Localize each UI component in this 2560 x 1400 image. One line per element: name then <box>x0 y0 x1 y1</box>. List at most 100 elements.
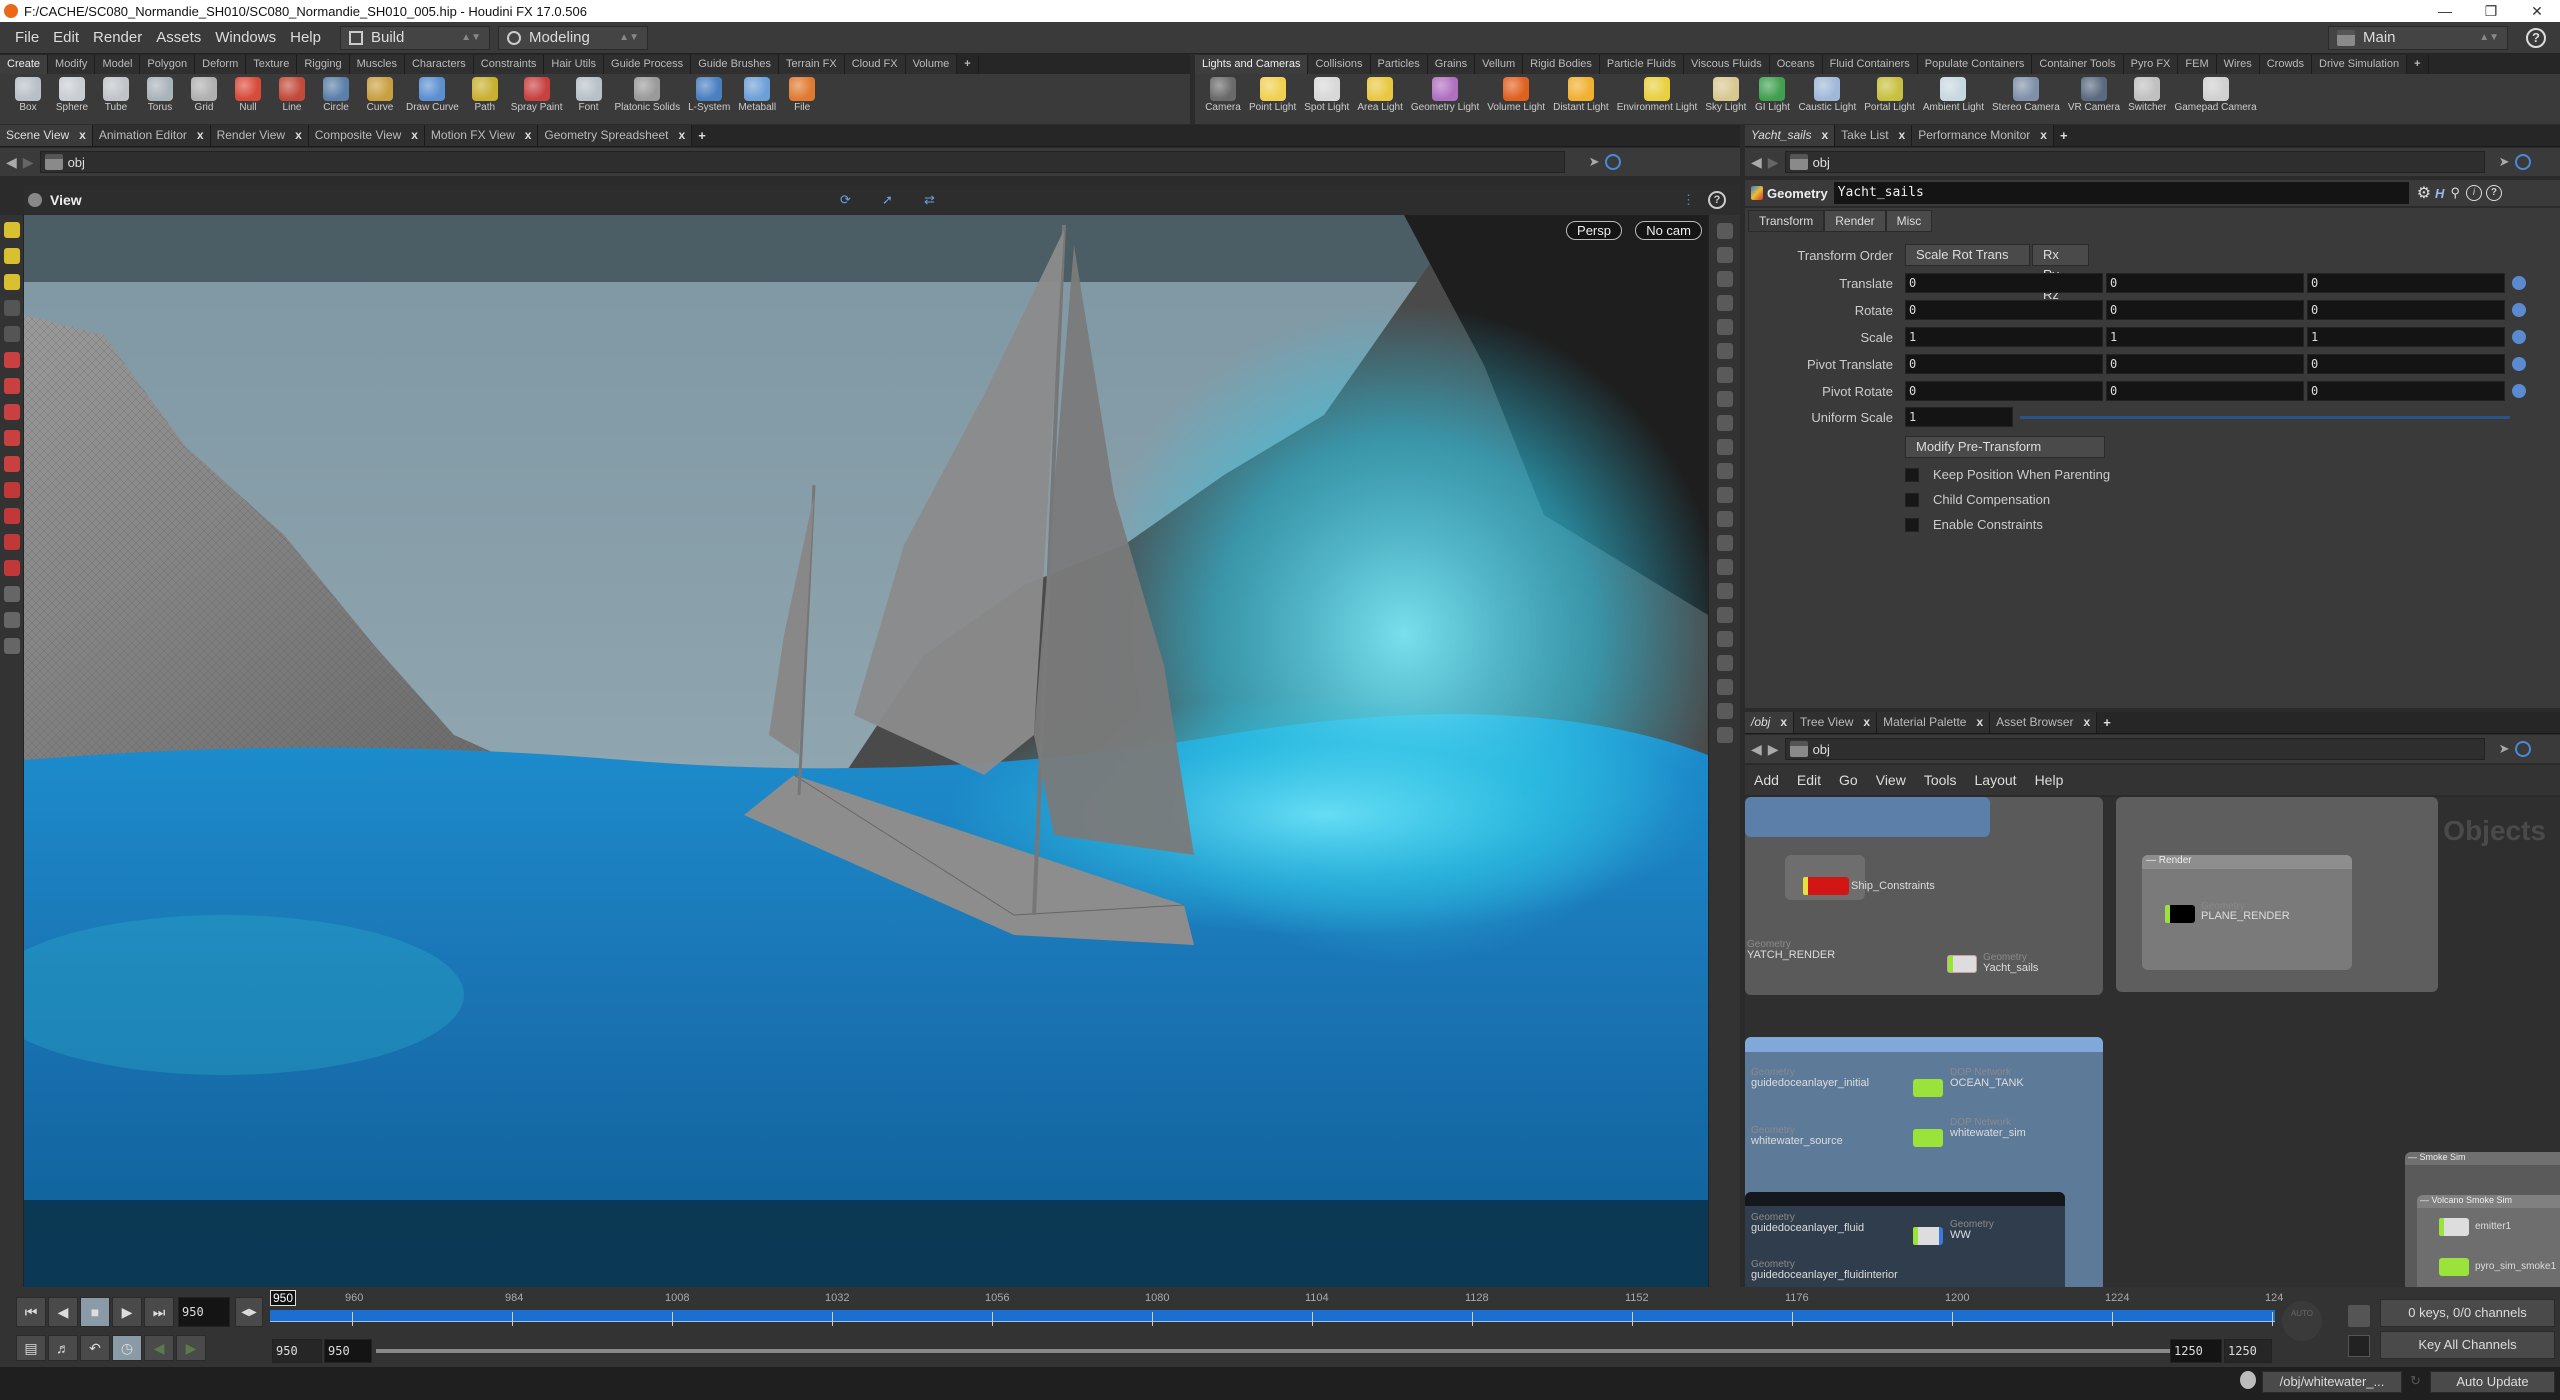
stop-button[interactable]: ■ <box>80 1297 110 1327</box>
node-ww[interactable] <box>1913 1227 1943 1245</box>
view-camera-icon[interactable] <box>28 193 42 207</box>
shelf-tool-spot-light[interactable]: Spot Light <box>1300 74 1353 113</box>
shelf-tool-distant-light[interactable]: Distant Light <box>1549 74 1613 113</box>
display-option-icon[interactable] <box>1716 655 1733 671</box>
node-whitewater-sim[interactable] <box>1913 1129 1943 1147</box>
range-start-field-2[interactable]: 950 <box>324 1339 372 1363</box>
menu-windows[interactable]: Windows <box>208 29 283 46</box>
current-frame-marker[interactable]: 950 <box>270 1290 297 1306</box>
shelf-tool-line[interactable]: Line <box>270 74 314 113</box>
pin-icon[interactable]: ➤ <box>2499 741 2510 757</box>
shelf-tab-fluid-containers[interactable]: Fluid Containers <box>1822 55 1918 74</box>
performance-icon[interactable] <box>2240 1371 2256 1389</box>
audio-button[interactable]: ♬ <box>48 1335 78 1361</box>
shelf-tool-tube[interactable]: Tube <box>94 74 138 113</box>
network-path-field[interactable]: obj <box>1784 738 2485 760</box>
display-option-icon[interactable] <box>1716 703 1733 719</box>
camera-tool-icon[interactable] <box>3 586 20 602</box>
display-option-icon[interactable] <box>1716 607 1733 623</box>
shelf-tool-torus[interactable]: Torus <box>138 74 182 113</box>
network-tab-obj[interactable]: /obj x <box>1745 712 1795 733</box>
key-mode-dropdown[interactable]: Key All Channels <box>2380 1331 2555 1359</box>
link-icon[interactable] <box>1605 154 1622 170</box>
current-frame-field[interactable]: 950 <box>178 1297 230 1327</box>
menu-assets[interactable]: Assets <box>149 29 208 46</box>
pin-icon[interactable]: ➤ <box>2499 154 2510 170</box>
back-arrow-icon[interactable]: ◀ <box>6 154 17 171</box>
display-options-icon[interactable]: ⋮ <box>1682 192 1695 208</box>
render-region-icon[interactable] <box>3 612 20 628</box>
close-tab-icon[interactable]: x <box>1821 125 1828 146</box>
scene-tab-geometry-spreadsheet[interactable]: Geometry Spreadsheet x <box>538 125 693 146</box>
range-end-field-2[interactable]: 1250 <box>2224 1339 2272 1363</box>
shelf-tool-l-system[interactable]: L-System <box>684 74 734 113</box>
display-option-icon[interactable] <box>1716 367 1733 383</box>
shelf-tab-modify[interactable]: Modify <box>48 55 96 74</box>
shelf-tool-vr-camera[interactable]: VR Camera <box>2064 74 2124 113</box>
rotate-icon[interactable] <box>3 378 20 394</box>
display-option-icon[interactable] <box>1716 247 1733 263</box>
network-tab-asset-browser[interactable]: Asset Browser x <box>1990 712 2098 733</box>
close-tab-icon[interactable]: x <box>79 125 86 146</box>
display-option-icon[interactable] <box>1716 415 1733 431</box>
close-tab-icon[interactable]: x <box>1863 712 1870 733</box>
shelf-tool-grid[interactable]: Grid <box>182 74 226 113</box>
move-icon[interactable] <box>3 352 20 368</box>
uniform-scale-field[interactable]: 1 <box>1905 407 2013 427</box>
network-menu-edit[interactable]: Edit <box>1788 772 1830 788</box>
shelf-tab-viscous-fluids[interactable]: Viscous Fluids <box>1684 55 1770 74</box>
timeline-range[interactable] <box>270 1310 2275 1322</box>
forward-arrow-icon[interactable]: ▶ <box>1768 154 1779 171</box>
close-tab-icon[interactable]: x <box>2040 125 2047 146</box>
prev-key-button[interactable]: ◀ <box>144 1335 174 1361</box>
network-menu-layout[interactable]: Layout <box>1966 772 2026 788</box>
step-frame-button[interactable]: ◀▶ <box>235 1297 263 1327</box>
param-tab-misc[interactable]: Misc <box>1885 210 1933 232</box>
3d-viewport[interactable]: Persp No cam <box>24 215 1708 1287</box>
shelf-tab-container-tools[interactable]: Container Tools <box>2032 55 2124 74</box>
shelf-tab-volume[interactable]: Volume <box>905 55 958 74</box>
shelf-tab-create[interactable]: Create <box>0 55 49 74</box>
snap-point-icon[interactable] <box>3 534 20 550</box>
range-slider[interactable] <box>376 1349 2170 1353</box>
persp-button[interactable]: Persp <box>1566 221 1622 240</box>
scale-icon[interactable] <box>3 404 20 420</box>
forward-arrow-icon[interactable]: ▶ <box>23 154 34 171</box>
desktop-dropdown[interactable]: Build ▲▼ <box>339 25 490 50</box>
shelf-tool-curve[interactable]: Curve <box>358 74 402 113</box>
param-tab-render[interactable]: Render <box>1824 210 1886 232</box>
display-option-icon[interactable] <box>1716 439 1733 455</box>
menu-file[interactable]: File <box>8 29 46 46</box>
params-tab-yacht-sails[interactable]: Yacht_sails x <box>1745 125 1836 146</box>
shelf-tab-muscles[interactable]: Muscles <box>349 55 405 74</box>
node-emitter1[interactable] <box>2439 1218 2469 1236</box>
scale-handle-icon[interactable] <box>2512 330 2526 344</box>
shelf-tool-font[interactable]: Font <box>567 74 611 113</box>
auto-key-button[interactable]: AUTO <box>2282 1301 2322 1341</box>
shelf-tool-volume-light[interactable]: Volume Light <box>1483 74 1549 113</box>
shelf-tab-texture[interactable]: Texture <box>246 55 298 74</box>
link-icon[interactable] <box>2515 741 2532 757</box>
close-tab-icon[interactable]: x <box>295 125 302 146</box>
shelf-tool-caustic-light[interactable]: Caustic Light <box>1794 74 1860 113</box>
network-menu-go[interactable]: Go <box>1830 772 1867 788</box>
minimize-button[interactable]: — <box>2422 0 2468 22</box>
shelf-tool-geometry-light[interactable]: Geometry Light <box>1407 74 1483 113</box>
display-option-icon[interactable] <box>1716 559 1733 575</box>
snap-magnet-icon[interactable] <box>3 560 20 576</box>
close-tab-icon[interactable]: x <box>197 125 204 146</box>
shelf-tool-environment-light[interactable]: Environment Light <box>1613 74 1702 113</box>
shelf-tab-fem[interactable]: FEM <box>2178 55 2217 74</box>
node-ship-constraints[interactable] <box>1803 877 1849 895</box>
close-tab-icon[interactable]: x <box>411 125 418 146</box>
viewer-transform-icon[interactable]: ⇄ <box>924 192 935 208</box>
scene-tab-render-view[interactable]: Render View x <box>210 125 309 146</box>
close-tab-icon[interactable]: x <box>1976 712 1983 733</box>
object-mode-icon[interactable] <box>3 248 20 264</box>
node-yacht-sails[interactable] <box>1947 955 1977 973</box>
display-option-icon[interactable] <box>1716 295 1733 311</box>
network-menu-add[interactable]: Add <box>1745 772 1788 788</box>
shelf-tool-path[interactable]: Path <box>463 74 507 113</box>
display-option-icon[interactable] <box>1716 223 1733 239</box>
shelf-tool-gamepad-camera[interactable]: Gamepad Camera <box>2170 74 2260 113</box>
